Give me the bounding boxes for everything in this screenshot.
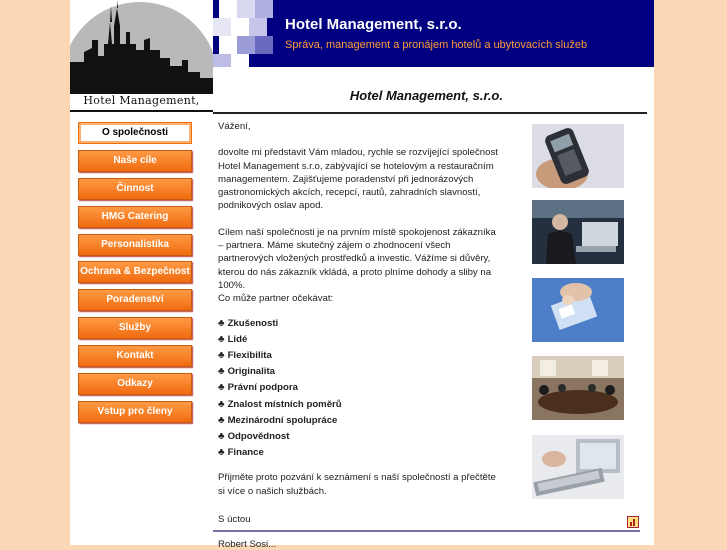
page-title-text: Hotel Management, s.r.o.: [349, 88, 503, 103]
club-icon: ♣: [218, 333, 225, 345]
club-icon: ♣: [218, 414, 225, 426]
stats-counter-icon[interactable]: [627, 516, 639, 528]
header-banner: Hotel Management, s.r.o. Správa, managem…: [213, 0, 654, 67]
club-icon: ♣: [218, 382, 225, 394]
logo-divider: [70, 110, 213, 112]
footer-divider: [213, 530, 640, 532]
meeting-room-photo: [532, 356, 624, 420]
greeting: Vážení,: [218, 121, 251, 132]
closing-paragraph: Přijměte proto pozvání k seznámení s naš…: [218, 472, 496, 497]
feature-list: ♣ Zkušenosti ♣ Lidé ♣ Flexibilita ♣ Original…: [218, 316, 498, 462]
nav-item-ochrana-bezpecnost[interactable]: Ochrana & Bezpečnost: [78, 261, 192, 284]
nav-item-poradenstvi[interactable]: Poradenství: [78, 289, 192, 312]
cathedral-logo-icon: [70, 0, 213, 112]
list-item: ♣ Zkušenosti: [218, 317, 279, 329]
office-worker-photo: [532, 200, 624, 264]
list-item: ♣ Lidé: [218, 333, 248, 345]
list-item: ♣ Originalita: [218, 366, 276, 378]
list-item: ♣ Mezinárodní spolupráce: [218, 414, 338, 426]
nav-item-kontakt[interactable]: Kontakt: [78, 345, 192, 368]
club-icon: ♣: [218, 430, 225, 442]
list-item: ♣ Právní podpora: [218, 382, 298, 394]
nav-item-cinnost[interactable]: Činnost: [78, 177, 192, 200]
nav-item-hmg-catering[interactable]: HMG Catering: [78, 205, 192, 228]
keyboard-photo: [532, 278, 624, 342]
club-icon: ♣: [218, 398, 225, 410]
nav-item-personalistika[interactable]: Personalistika: [78, 233, 192, 256]
list-item: ♣ Flexibilita: [218, 349, 272, 361]
nav-item-vstup-pro-cleny[interactable]: Vstup pro členy: [78, 400, 192, 423]
banner-subtitle: Správa, management a pronájem hotelů a u…: [285, 39, 588, 51]
club-icon: ♣: [218, 366, 225, 378]
sidebar-nav: O společnosti Naše cíle Činnost HMG Cate…: [78, 122, 192, 429]
signoff: S úctou: [218, 514, 251, 525]
club-icon: ♣: [218, 317, 225, 329]
intro-paragraph: dovolte mi představit Vám mladou, rychle…: [218, 147, 498, 212]
computer-photo: [532, 435, 624, 499]
list-item: ♣ Znalost místních poměrů: [218, 398, 342, 410]
nav-item-o-spolecnosti[interactable]: O společnosti: [78, 122, 192, 144]
logo[interactable]: Hotel Management, s.r.o.: [70, 0, 213, 112]
nav-item-odkazy[interactable]: Odkazy: [78, 373, 192, 396]
list-item: ♣ Odpovědnost: [218, 430, 290, 442]
phone-photo: [532, 124, 624, 188]
main-content: Vážení, dovolte mi představit Vám mladou…: [218, 120, 498, 498]
expectations-intro: Co může partner očekávat:: [218, 293, 334, 305]
goal-paragraph: Cílem naší společnosti je na prvním míst…: [218, 226, 496, 291]
list-item: ♣ Finance: [218, 447, 264, 459]
club-icon: ♣: [218, 349, 225, 361]
nav-item-nase-cile[interactable]: Naše cíle: [78, 149, 192, 172]
heading-divider: [213, 112, 647, 114]
club-icon: ♣: [218, 447, 225, 459]
banner-title: Hotel Management, s.r.o.: [285, 16, 462, 33]
nav-item-sluzby[interactable]: Služby: [78, 317, 192, 340]
